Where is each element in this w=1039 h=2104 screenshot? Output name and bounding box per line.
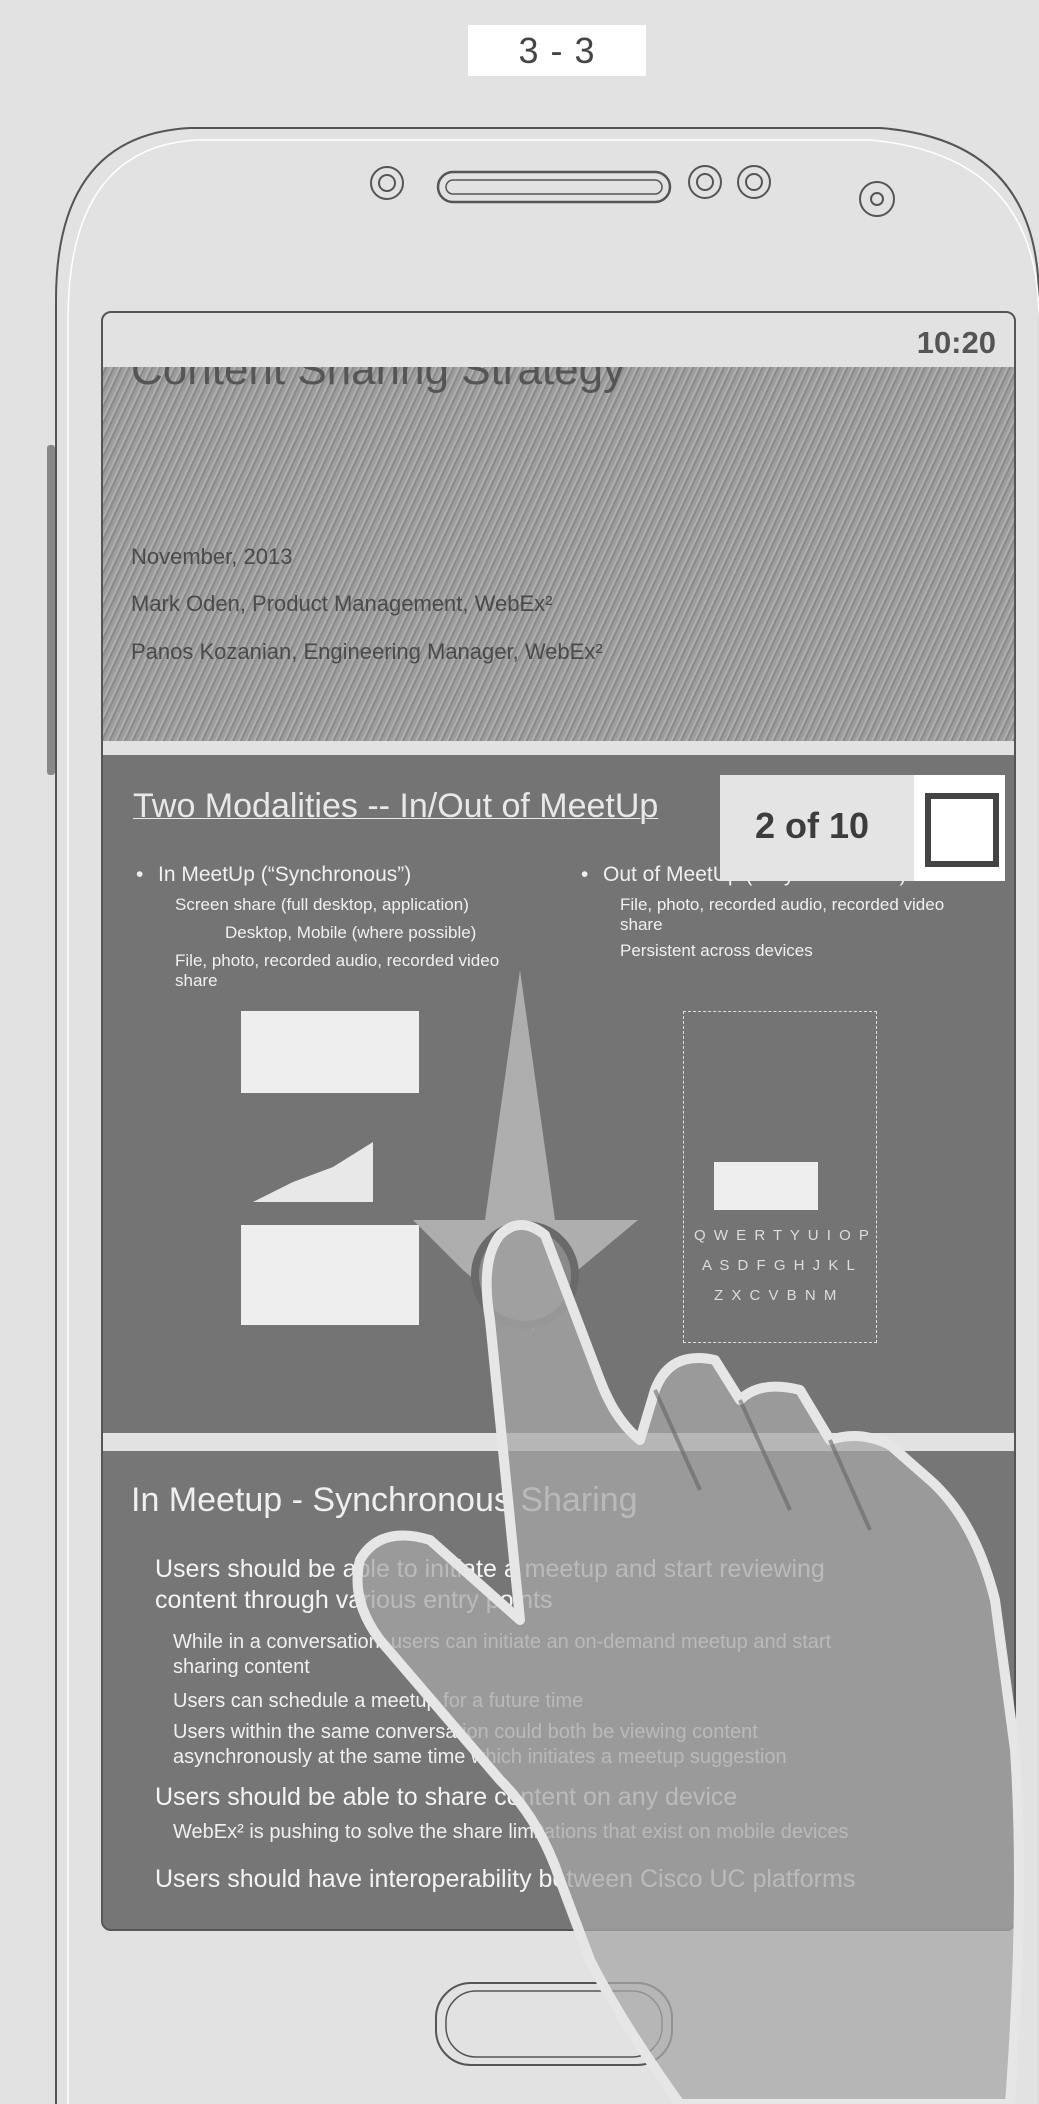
slide2-right-item: File, photo, recorded audio, recorded vi… bbox=[620, 895, 945, 914]
slide3-bullet-3: Users should have interoperability betwe… bbox=[155, 1865, 856, 1893]
home-button-icon[interactable] bbox=[435, 1982, 673, 2066]
slide-counter-text: 2 of 10 bbox=[755, 805, 870, 846]
mockup-phone-keyboard: Q W E R T Y U I O P A S D F G H J K L Z … bbox=[683, 1011, 877, 1343]
swipe-up-arrow-icon bbox=[413, 970, 638, 1330]
mockup-screen-top bbox=[241, 1011, 419, 1093]
slide2-left-item: Screen share (full desktop, application) bbox=[175, 895, 469, 914]
slide-divider bbox=[103, 741, 1014, 755]
checkbox-icon[interactable] bbox=[925, 793, 999, 867]
slide-card-3[interactable]: In Meetup - Synchronous Sharing Users sh… bbox=[103, 1451, 1014, 1929]
keyboard-row: Z X C V B N M bbox=[714, 1287, 839, 1304]
slide1-title: Content Sharing Strategy bbox=[131, 367, 626, 394]
slide2-title: Two Modalities -- In/Out of MeetUp bbox=[133, 787, 659, 825]
slide2-right-item: share bbox=[620, 915, 663, 934]
slide1-author-2: Panos Kozanian, Engineering Manager, Web… bbox=[131, 639, 603, 664]
sensor-icon bbox=[688, 165, 771, 199]
slide2-left-item: File, photo, recorded audio, recorded vi… bbox=[175, 951, 500, 970]
status-bar: 10:20 bbox=[103, 313, 1014, 367]
slide3-bullet-2: Users should be able to share content on… bbox=[155, 1783, 738, 1811]
phone-screen[interactable]: 10:20 Content Sharing Strategy November,… bbox=[101, 311, 1016, 1931]
camera-icon bbox=[859, 181, 895, 217]
slide3-bullet-1-cont: content through various entry points bbox=[155, 1586, 553, 1614]
slide3-bullet-1: Users should be able to initiate a meetu… bbox=[155, 1555, 825, 1583]
speaker-grille-icon bbox=[436, 170, 672, 204]
slide-card-1[interactable]: Content Sharing Strategy November, 2013 … bbox=[103, 367, 1014, 741]
slide-counter: 2 of 10 bbox=[720, 775, 1005, 881]
front-camera-icon bbox=[370, 166, 404, 200]
slide3-sub-2a: WebEx² is pushing to solve the share lim… bbox=[173, 1821, 849, 1843]
slide3-sub-1c-cont: asynchronously at the same time which in… bbox=[173, 1746, 787, 1768]
slide3-sub-1a: While in a conversation, users can initi… bbox=[173, 1631, 832, 1653]
slide1-author-1: Mark Oden, Product Management, WebEx² bbox=[131, 591, 553, 616]
slide3-sub-1a-cont: sharing content bbox=[173, 1656, 310, 1678]
mockup-screen-bottom bbox=[241, 1225, 419, 1325]
side-button bbox=[47, 445, 55, 775]
slide2-left-heading: In MeetUp (“Synchronous”) bbox=[136, 863, 411, 887]
slide3-title: In Meetup - Synchronous Sharing bbox=[131, 1481, 638, 1519]
mockup-image bbox=[714, 1162, 818, 1210]
slide3-sub-1b: Users can schedule a meetup for a future… bbox=[173, 1690, 584, 1712]
slide2-right-item: Persistent across devices bbox=[620, 941, 813, 960]
slide1-date: November, 2013 bbox=[131, 544, 293, 569]
slide-divider bbox=[103, 1433, 1014, 1451]
status-clock: 10:20 bbox=[916, 325, 996, 360]
slide2-left-item: Desktop, Mobile (where possible) bbox=[225, 923, 477, 942]
slide3-sub-1c: Users within the same conversation could… bbox=[173, 1721, 758, 1743]
keyboard-row: Q W E R T Y U I O P bbox=[694, 1227, 871, 1244]
slide-card-2[interactable]: Two Modalities -- In/Out of MeetUp In Me… bbox=[103, 755, 1014, 1433]
mockup-chart-thumbnail bbox=[253, 1142, 373, 1202]
keyboard-row: A S D F G H J K L bbox=[702, 1257, 857, 1274]
slide2-left-item: share bbox=[175, 971, 218, 990]
